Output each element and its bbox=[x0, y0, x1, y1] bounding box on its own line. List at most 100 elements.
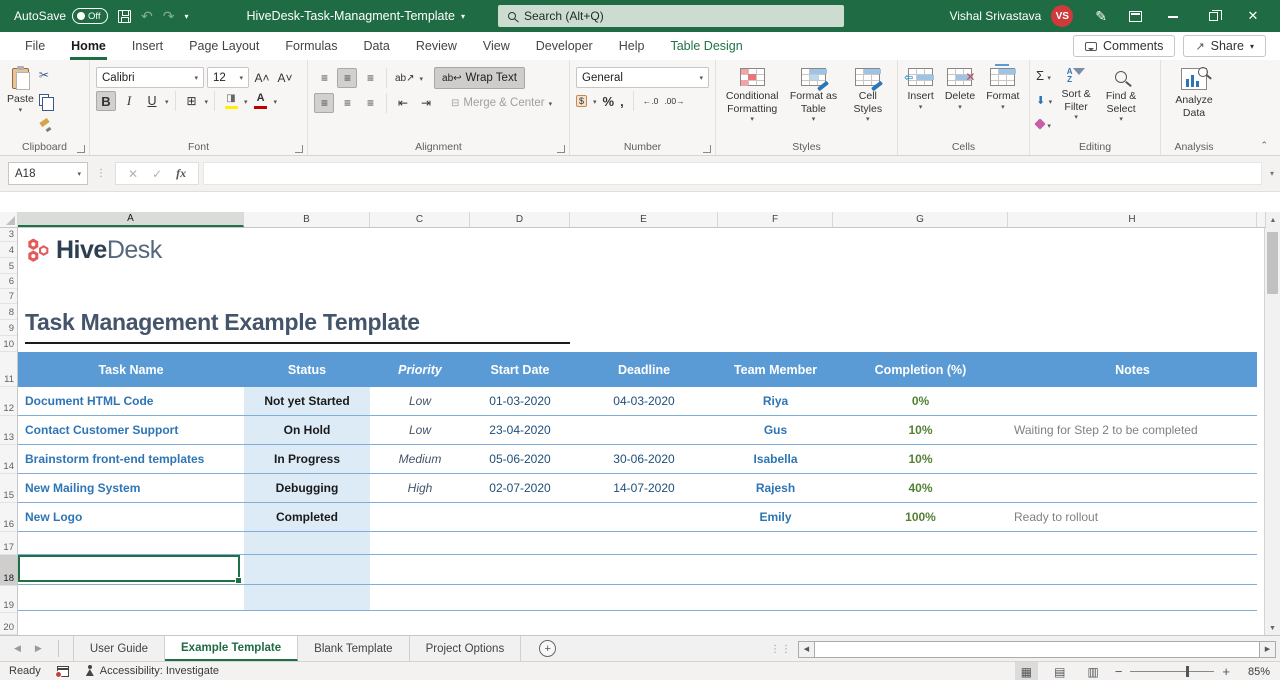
cell-task-name[interactable]: Contact Customer Support bbox=[18, 416, 244, 444]
empty-row-19[interactable] bbox=[18, 585, 1257, 611]
fill-color-icon[interactable]: ◨ bbox=[221, 91, 241, 111]
clear-button[interactable]: ▾ bbox=[1036, 117, 1052, 131]
accessibility-status[interactable]: Accessibility: Investigate bbox=[85, 665, 219, 677]
clipboard-dialog-launcher-icon[interactable] bbox=[77, 145, 85, 153]
row-header-17[interactable]: 17 bbox=[0, 532, 17, 555]
undo-icon[interactable]: ↶ bbox=[141, 9, 153, 23]
tab-home[interactable]: Home bbox=[58, 33, 119, 60]
borders-icon[interactable]: ⊞ bbox=[182, 91, 202, 111]
hscroll-right-icon[interactable]: ▶ bbox=[1260, 642, 1275, 657]
cell-notes[interactable] bbox=[1008, 387, 1257, 415]
scroll-up-icon[interactable]: ▲ bbox=[1265, 212, 1280, 228]
cell-start-date[interactable]: 01-03-2020 bbox=[470, 387, 570, 415]
row-header-3[interactable]: 3 bbox=[0, 228, 17, 242]
header-completion[interactable]: Completion (%) bbox=[833, 352, 1008, 387]
zoom-level[interactable]: 85% bbox=[1240, 666, 1270, 678]
sheet-tab-user-guide[interactable]: User Guide bbox=[73, 636, 165, 661]
font-color-icon[interactable]: A bbox=[251, 91, 271, 111]
currency-chevron-icon[interactable]: ▾ bbox=[593, 98, 597, 106]
row-header-8[interactable]: 8 bbox=[0, 304, 17, 320]
column-header-h[interactable]: H bbox=[1008, 212, 1257, 227]
insert-function-icon[interactable]: fx bbox=[176, 166, 186, 181]
orientation-icon[interactable]: ab↗ bbox=[393, 68, 417, 88]
page-layout-view-icon[interactable]: ▤ bbox=[1048, 662, 1071, 680]
cell-notes[interactable] bbox=[1008, 445, 1257, 473]
cell-deadline[interactable] bbox=[570, 503, 718, 531]
sort-filter-button[interactable]: AZ Sort & Filter ▾ bbox=[1054, 64, 1098, 136]
cell-start-date[interactable]: 05-06-2020 bbox=[470, 445, 570, 473]
header-deadline[interactable]: Deadline bbox=[570, 352, 718, 387]
row-header-11[interactable]: 11 bbox=[0, 352, 17, 387]
cell-start-date[interactable]: 02-07-2020 bbox=[470, 474, 570, 502]
font-color-chevron-icon[interactable]: ▾ bbox=[274, 98, 278, 106]
tab-developer[interactable]: Developer bbox=[523, 33, 606, 60]
row-header-16[interactable]: 16 bbox=[0, 503, 17, 532]
cancel-icon[interactable]: ✕ bbox=[128, 167, 138, 181]
cell-completion[interactable]: 0% bbox=[833, 387, 1008, 415]
comments-button[interactable]: Comments bbox=[1073, 35, 1175, 57]
cell-deadline[interactable]: 14-07-2020 bbox=[570, 474, 718, 502]
row-header-9[interactable]: 9 bbox=[0, 320, 17, 336]
collapse-ribbon-icon[interactable]: ⌃ bbox=[1260, 140, 1268, 151]
copy-icon[interactable] bbox=[39, 94, 49, 106]
cell-completion[interactable]: 40% bbox=[833, 474, 1008, 502]
zoom-out-icon[interactable]: − bbox=[1115, 664, 1123, 679]
cell-status[interactable]: In Progress bbox=[244, 445, 370, 473]
row-header-13[interactable]: 13 bbox=[0, 416, 17, 445]
cell-priority[interactable]: Low bbox=[370, 387, 470, 415]
cell-completion[interactable]: 10% bbox=[833, 445, 1008, 473]
quick-access-chevron-icon[interactable]: ▾ bbox=[185, 12, 189, 21]
cell-notes[interactable]: Waiting for Step 2 to be completed bbox=[1008, 416, 1257, 444]
tab-insert[interactable]: Insert bbox=[119, 33, 176, 60]
formula-bar-grip[interactable]: ⋮ bbox=[96, 168, 107, 179]
ribbon-display-options-icon[interactable] bbox=[1129, 11, 1142, 22]
row-header-19[interactable]: 19 bbox=[0, 586, 17, 613]
number-format-combo[interactable]: General▾ bbox=[576, 67, 709, 88]
cell-priority[interactable] bbox=[370, 503, 470, 531]
merge-center-button[interactable]: ⊟ Merge & Center ▾ bbox=[445, 92, 558, 114]
percent-format-icon[interactable]: % bbox=[603, 94, 615, 109]
paste-button[interactable]: Paste ▾ bbox=[4, 64, 37, 136]
bold-button[interactable]: B bbox=[96, 91, 116, 111]
row-header-18[interactable]: 18 bbox=[0, 555, 17, 586]
enter-icon[interactable]: ✓ bbox=[152, 167, 162, 181]
increase-decimal-icon[interactable]: ←.0 bbox=[643, 96, 659, 106]
close-button[interactable]: ✕ bbox=[1244, 8, 1262, 24]
cell-priority[interactable]: High bbox=[370, 474, 470, 502]
decrease-font-icon[interactable]: A˅ bbox=[275, 68, 295, 88]
cell-task-name[interactable]: New Logo bbox=[18, 503, 244, 531]
font-name-combo[interactable]: Calibri▾ bbox=[96, 67, 204, 88]
formula-input[interactable] bbox=[203, 162, 1262, 185]
font-dialog-launcher-icon[interactable] bbox=[295, 145, 303, 153]
alignment-dialog-launcher-icon[interactable] bbox=[557, 145, 565, 153]
format-cells-button[interactable]: Format ▾ bbox=[983, 64, 1022, 136]
cell-priority[interactable]: Medium bbox=[370, 445, 470, 473]
header-team-member[interactable]: Team Member bbox=[718, 352, 833, 387]
restore-button[interactable] bbox=[1204, 9, 1222, 24]
row-header-14[interactable]: 14 bbox=[0, 445, 17, 474]
save-icon[interactable] bbox=[118, 10, 131, 23]
cell-start-date[interactable]: 23-04-2020 bbox=[470, 416, 570, 444]
column-header-e[interactable]: E bbox=[570, 212, 718, 227]
tab-review[interactable]: Review bbox=[403, 33, 470, 60]
row-header-20[interactable]: 20 bbox=[0, 613, 17, 635]
redo-icon[interactable]: ↷ bbox=[163, 9, 175, 23]
sheet-tab-project-options[interactable]: Project Options bbox=[410, 636, 522, 661]
cell-team-member[interactable]: Emily bbox=[718, 503, 833, 531]
select-all-corner[interactable] bbox=[0, 212, 18, 227]
row-header-4[interactable]: 4 bbox=[0, 242, 17, 258]
cell-deadline[interactable] bbox=[570, 416, 718, 444]
tab-file[interactable]: File bbox=[12, 33, 58, 60]
cell-team-member[interactable]: Gus bbox=[718, 416, 833, 444]
format-as-table-button[interactable]: Format as Table ▾ bbox=[785, 64, 841, 136]
number-dialog-launcher-icon[interactable] bbox=[703, 145, 711, 153]
wrap-text-button[interactable]: ab↩ Wrap Text bbox=[434, 67, 525, 89]
user-name[interactable]: Vishal Srivastava bbox=[949, 9, 1041, 23]
horizontal-scroll-thumb[interactable] bbox=[814, 642, 1260, 657]
decrease-indent-icon[interactable]: ⇤ bbox=[393, 93, 413, 113]
align-left-icon[interactable]: ≡ bbox=[314, 93, 334, 113]
header-task-name[interactable]: Task Name bbox=[18, 352, 244, 387]
orientation-chevron-icon[interactable]: ▾ bbox=[420, 75, 424, 83]
page-break-view-icon[interactable]: ▥ bbox=[1081, 662, 1104, 680]
empty-row-20[interactable] bbox=[18, 611, 1257, 633]
